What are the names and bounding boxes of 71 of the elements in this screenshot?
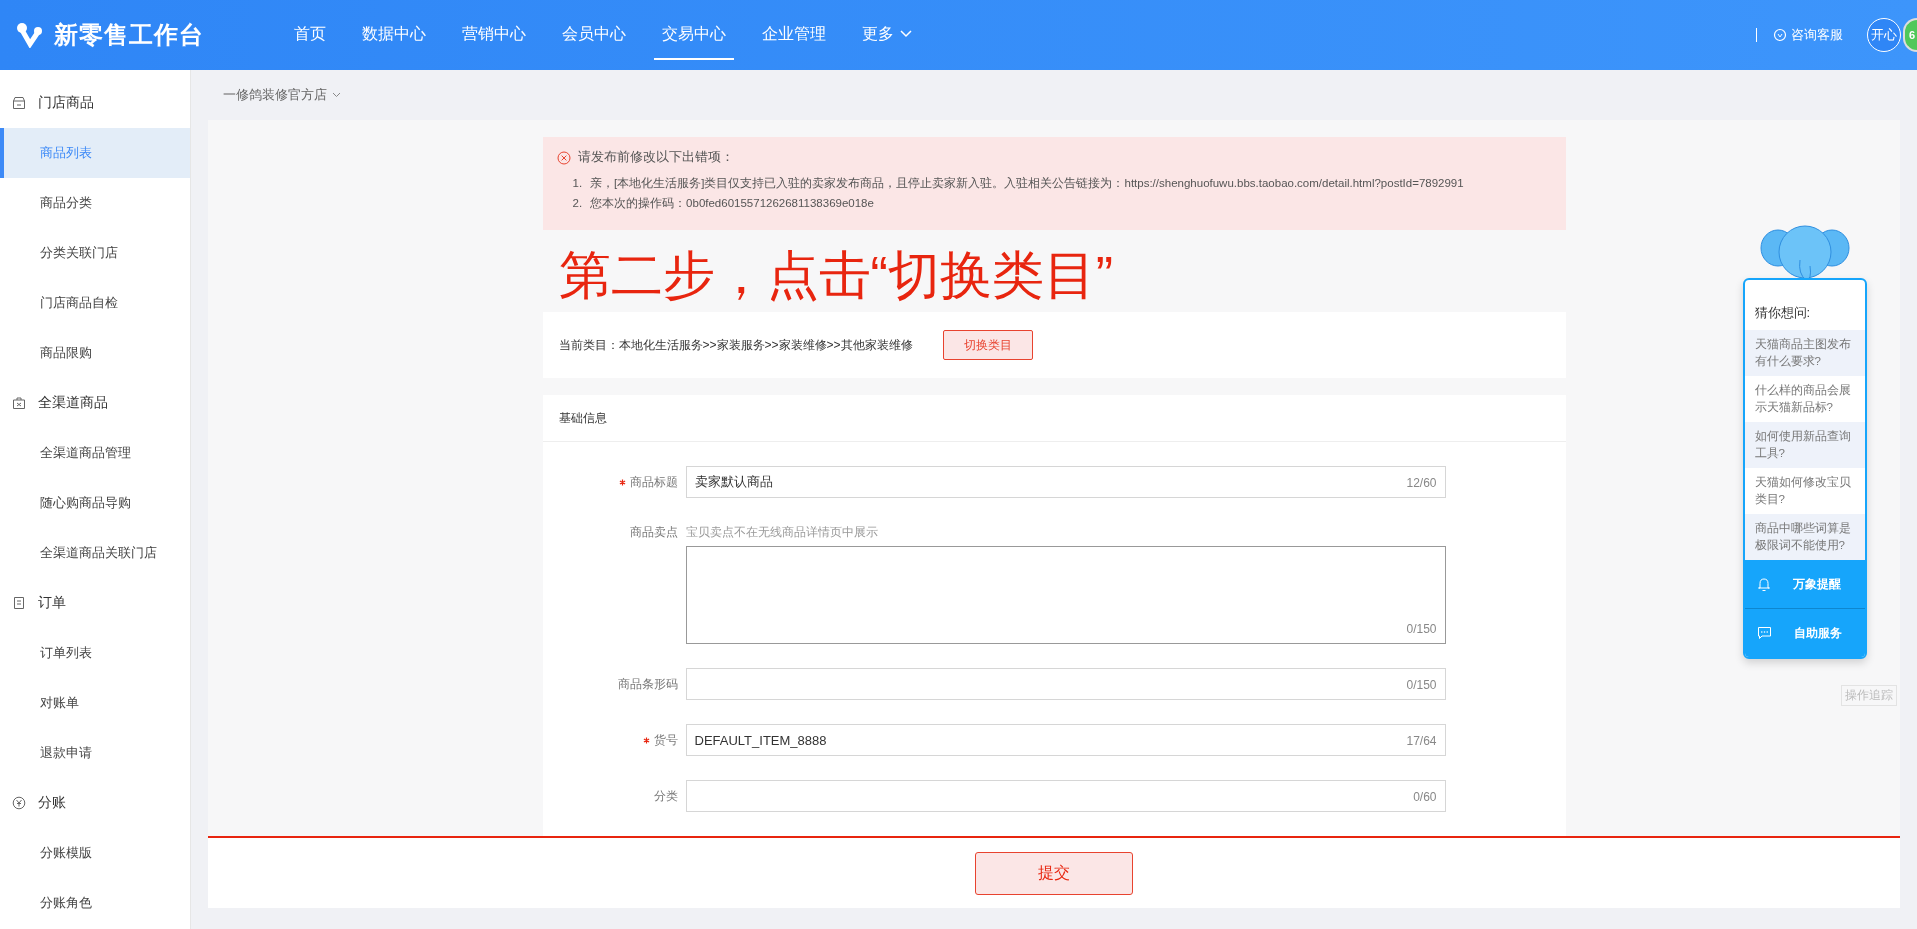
question-link[interactable]: 如何使用新品查询工具? — [1744, 422, 1865, 468]
sidebar-item[interactable]: 分账角色 — [0, 878, 190, 928]
sidebar-item[interactable]: 商品限购 — [0, 328, 190, 378]
field-label: 商品标题 — [542, 473, 686, 491]
field-label: 商品条形码 — [616, 675, 679, 693]
field-label: 分类 — [652, 787, 679, 805]
sidebar-item[interactable]: 门店商品自检 — [0, 278, 190, 328]
char-counter: 0/60 — [1413, 790, 1437, 804]
sidebar-item[interactable]: 全渠道商品关联门店 — [0, 528, 190, 578]
field-label: 货号 — [542, 731, 686, 749]
question-link[interactable]: 天猫如何修改宝贝类目? — [1744, 468, 1865, 514]
question-link[interactable]: 商品中哪些词算是极限词不能使用? — [1744, 514, 1865, 560]
sidebar-item[interactable]: 全渠道商品管理 — [0, 428, 190, 478]
sidebar-item[interactable]: 随心购商品导购 — [0, 478, 190, 528]
chat-icon — [1756, 626, 1772, 640]
input-field[interactable] — [685, 668, 1446, 700]
input-field[interactable] — [685, 780, 1446, 812]
required-icon — [618, 478, 626, 486]
sidebar-item[interactable]: 分类关联门店 — [0, 228, 190, 278]
app-logo-text: 新零售工作台 — [54, 20, 204, 50]
category-path: 当前类目：本地化生活服务>>家装服务>>家装维修>>其他家装维修 — [558, 336, 913, 354]
submit-button[interactable]: 提交 — [975, 851, 1133, 895]
more-menu[interactable]: 更多 — [844, 0, 930, 70]
yuan-icon — [12, 796, 26, 810]
error-message: 亲，[本地化生活服务]类目仅支持已入驻的卖家发布商品，且停止卖家新入驻。入驻相关公告链接为：https://shenghuofuwu.bbs.taobao.com/detail.html?postId=7892991 — [590, 176, 1464, 191]
nav-tab[interactable]: 营销中心 — [444, 0, 544, 70]
question-link[interactable]: 天猫商品主图发布有什么要求? — [1744, 330, 1865, 376]
sidebar-item[interactable]: 商品列表 — [0, 128, 190, 178]
widget-title: 猜你想问: — [1754, 304, 1811, 322]
nav-tab[interactable]: 首页 — [276, 0, 344, 70]
caret-icon — [900, 30, 912, 38]
field-label: 商品卖点 — [628, 523, 679, 541]
sidebar-group[interactable]: 全渠道商品 — [0, 378, 190, 428]
list-number: 1. — [572, 176, 583, 191]
section-title: 基础信息 — [558, 409, 607, 427]
text-area[interactable] — [685, 546, 1446, 644]
sidebar-item[interactable]: 分账模版 — [0, 828, 190, 878]
switch-category-button[interactable]: 切换类目 — [942, 330, 1033, 360]
store-selector[interactable]: 一修鸽装修官方店 — [223, 86, 341, 104]
list-number: 2. — [572, 196, 583, 211]
nav-tab[interactable]: 数据中心 — [344, 0, 444, 70]
sidebar-item[interactable]: 商品分类 — [0, 178, 190, 228]
user-avatar[interactable]: 开心 — [1867, 18, 1901, 52]
nav-tab[interactable]: 会员中心 — [544, 0, 644, 70]
caret-icon — [332, 92, 341, 98]
error-message: 您本次的操作码：0b0fed6015571262681138369e018e — [590, 196, 874, 211]
char-counter: 0/150 — [1406, 678, 1437, 692]
document-icon — [12, 596, 26, 610]
bell-icon — [1756, 576, 1771, 592]
sidebar-item[interactable]: 退款申请 — [0, 728, 190, 778]
widget-action[interactable]: 万象提醒 — [1744, 560, 1865, 608]
char-counter: 17/64 — [1406, 734, 1437, 748]
store-icon — [12, 96, 26, 110]
level-badge: 6 — [1903, 18, 1917, 52]
widget-action[interactable]: 自助服务 — [1744, 608, 1865, 657]
sidebar-group[interactable]: 门店商品 — [0, 78, 190, 128]
question-link[interactable]: 什么样的商品会展示天猫新品标? — [1744, 376, 1865, 422]
sidebar-item[interactable]: 订单列表 — [0, 628, 190, 678]
annotation-text: 第二步，点击“切换类目” — [557, 245, 1115, 306]
error-title: 请发布前修改以下出错项： — [577, 149, 734, 166]
sidebar-group[interactable]: 分账 — [0, 778, 190, 828]
sidebar-group[interactable]: 订单 — [0, 578, 190, 628]
required-icon — [642, 736, 650, 744]
sidebar-item[interactable]: 对账单 — [0, 678, 190, 728]
support-link[interactable]: 咨询客服 — [1773, 26, 1843, 44]
bag-icon — [12, 396, 26, 410]
nav-tab[interactable]: 企业管理 — [744, 0, 844, 70]
char-counter: 0/150 — [1406, 622, 1437, 636]
error-icon — [556, 150, 571, 165]
char-counter: 12/60 — [1406, 476, 1437, 490]
field-note: 宝贝卖点不在无线商品详情页中展示 — [685, 523, 878, 541]
